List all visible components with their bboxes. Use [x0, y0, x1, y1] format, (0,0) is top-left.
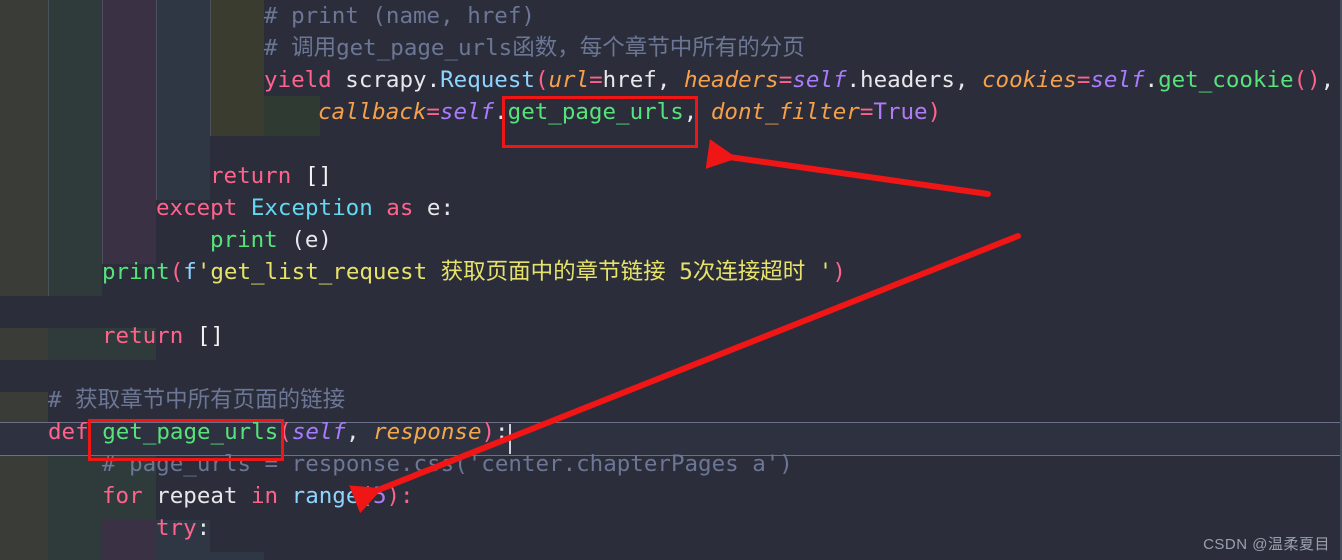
code-token: ,	[346, 419, 374, 445]
code-line[interactable]: return []	[0, 320, 1342, 352]
code-line[interactable]: # 获取章节中所有页面的链接	[0, 384, 1342, 416]
code-token: except	[156, 195, 238, 221]
code-token: (	[534, 67, 549, 93]
code-token: =	[1076, 67, 1091, 93]
code-line[interactable]: # print (name, href)	[0, 0, 1342, 32]
code-token: ):	[386, 483, 414, 509]
code-token: get_cookie	[1158, 67, 1294, 93]
code-token: (e)	[277, 227, 332, 253]
code-token: return	[210, 163, 292, 189]
code-token: # print (name, href)	[264, 3, 535, 29]
code-token: callback	[318, 99, 427, 125]
code-token: Exception	[250, 195, 373, 221]
code-token: =	[859, 99, 874, 125]
code-token: self	[1090, 67, 1145, 93]
code-token: url	[548, 67, 590, 93]
code-token: get_page_urls	[507, 99, 684, 125]
code-token: in	[251, 483, 279, 509]
code-token: )	[832, 259, 846, 285]
code-line[interactable]	[0, 352, 1342, 384]
code-line[interactable]: # 调用get_page_urls函数，每个章节中所有的分页	[0, 32, 1342, 64]
code-line[interactable]: # page_urls = response.css('center.chapt…	[0, 448, 1342, 480]
code-line[interactable]: def get_page_urls(self, response):	[0, 416, 1342, 448]
code-token: cookies	[981, 67, 1077, 93]
code-token: []	[196, 323, 224, 349]
code-token: (	[169, 259, 184, 285]
code-token: self	[439, 99, 495, 125]
code-token: 5	[372, 483, 387, 509]
code-token: # 获取章节中所有页面的链接	[48, 387, 346, 413]
code-token: :	[495, 419, 509, 445]
code-line[interactable]: for repeat in range(5):	[0, 480, 1342, 512]
code-token: repeat	[142, 483, 252, 509]
code-token: dont_filter	[710, 99, 860, 125]
code-token: ,	[1320, 67, 1335, 93]
code-token: (	[278, 419, 292, 445]
code-token: Request	[440, 67, 535, 93]
code-token: True	[873, 99, 928, 125]
code-token: ()	[1293, 67, 1321, 93]
code-token: .	[494, 99, 508, 125]
code-editor[interactable]: # print (name, href) # 调用get_page_urls函数，…	[0, 0, 1342, 560]
code-token: .	[1144, 67, 1159, 93]
code-token: print	[102, 259, 170, 285]
csdn-watermark: CSDN @温柔夏目	[1203, 536, 1330, 553]
code-token: headers	[683, 67, 779, 93]
code-token: ,	[954, 67, 982, 93]
code-token: =	[778, 67, 793, 93]
code-token: response	[373, 419, 482, 445]
code-token: try	[156, 515, 197, 541]
code-token: return	[102, 323, 184, 349]
code-token: .	[426, 67, 441, 93]
code-token: e:	[413, 195, 455, 221]
code-token: # page_urls = response.css('center.chapt…	[102, 451, 793, 477]
code-line[interactable]: print (e)	[0, 224, 1342, 256]
band-try-tail	[156, 552, 264, 560]
code-line[interactable]	[0, 288, 1342, 320]
code-token: f	[183, 259, 197, 285]
code-token: print	[210, 227, 278, 253]
code-token: )	[481, 419, 496, 445]
code-line[interactable]: try:	[0, 512, 1342, 544]
code-line[interactable]: return []	[0, 160, 1342, 192]
code-line[interactable]	[0, 128, 1342, 160]
code-line[interactable]: callback=self.get_page_urls, dont_filter…	[0, 96, 1342, 128]
code-token: # 调用get_page_urls函数，每个章节中所有的分页	[264, 35, 805, 61]
code-token: ,	[683, 99, 698, 125]
code-token: self	[291, 419, 347, 445]
code-token: (	[359, 483, 373, 509]
code-token: def	[48, 419, 89, 445]
code-line[interactable]: print(f'get_list_request 获取页面中的章节链接 5次连接…	[0, 256, 1342, 288]
code-token: =	[589, 67, 603, 93]
code-line[interactable]: except Exception as e:	[0, 192, 1342, 224]
code-token: href	[602, 67, 657, 93]
code-token: 'get_list_request 获取页面中的章节链接 5次连接超时 '	[196, 259, 833, 285]
code-token: get_page_urls	[102, 419, 279, 445]
code-token: yield	[264, 67, 332, 93]
code-token: .headers	[846, 67, 955, 93]
code-token: []	[304, 163, 332, 189]
code-token: for	[102, 483, 143, 509]
code-token: range	[291, 483, 360, 509]
code-token: self	[792, 67, 847, 93]
code-token: :	[196, 515, 211, 541]
code-token: =	[426, 99, 440, 125]
code-token: ,	[656, 67, 684, 93]
code-token: scrapy	[331, 67, 427, 93]
code-token: )	[927, 99, 942, 125]
code-token: as	[386, 195, 414, 221]
code-line[interactable]: yield scrapy.Request(url=href, headers=s…	[0, 64, 1342, 96]
